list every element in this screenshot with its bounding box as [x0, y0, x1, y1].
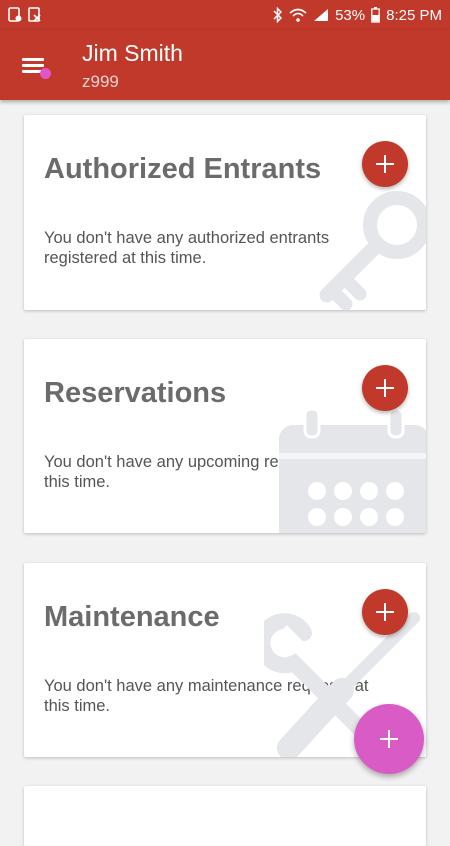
notification-icon — [8, 7, 22, 23]
next-card — [24, 786, 426, 846]
card-title: Maintenance — [44, 601, 220, 633]
reservations-card: Reservations You don't have any upcoming… — [24, 339, 426, 533]
notification-dot — [40, 68, 51, 79]
status-bar-right: 53% 8:25 PM — [273, 7, 442, 24]
key-icon — [302, 185, 426, 310]
signal-icon — [313, 8, 329, 22]
add-authorized-entrant-button[interactable] — [362, 141, 408, 187]
status-bar-left — [8, 7, 42, 23]
add-reservation-button[interactable] — [362, 365, 408, 411]
authorized-entrants-card: Authorized Entrants You don't have any a… — [24, 115, 426, 310]
card-title: Reservations — [44, 377, 227, 409]
status-bar: 53% 8:25 PM — [0, 0, 450, 30]
menu-button[interactable] — [22, 54, 51, 79]
battery-percent: 53% — [335, 6, 366, 24]
user-id: z999 — [82, 72, 119, 91]
calendar-icon — [279, 407, 426, 533]
bluetooth-icon — [273, 7, 283, 23]
status-time: 8:25 PM — [386, 6, 442, 24]
battery-icon — [371, 7, 380, 23]
app-bar: Jim Smith z999 — [0, 30, 450, 100]
add-maintenance-request-button[interactable] — [362, 589, 408, 635]
fab-add-button[interactable] — [354, 704, 424, 774]
wifi-icon — [289, 8, 307, 22]
card-title: Authorized Entrants — [44, 153, 322, 185]
notification-x-icon — [28, 7, 42, 23]
user-name: Jim Smith — [82, 40, 183, 66]
